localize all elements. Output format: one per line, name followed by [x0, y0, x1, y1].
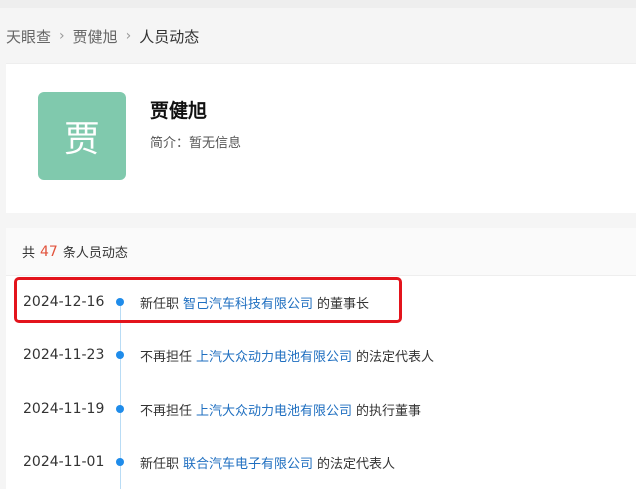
intro-label: 简介： [150, 136, 190, 151]
breadcrumb-current: 人员动态 [139, 27, 200, 46]
feed-text: 新任职 联合汽车电子有限公司 的法定代表人 [140, 453, 395, 472]
timeline-dot-icon [116, 458, 124, 466]
top-divider [0, 0, 636, 8]
feed-count: 47 [40, 243, 58, 260]
breadcrumb: 天眼查 › 贾健旭 › 人员动态 [6, 25, 199, 47]
feed-count-suffix: 条人员动态 [62, 246, 128, 261]
profile-card: 贾 贾健旭 简介：暂无信息 [6, 63, 636, 213]
list-item: 2024-11-23 不再担任 上汽大众动力电池有限公司 的法定代表人 [6, 343, 636, 367]
feed-count-prefix: 共 [22, 246, 36, 261]
chevron-right-icon: › [125, 28, 132, 44]
timeline-dot-icon [116, 351, 124, 359]
intro: 简介：暂无信息 [150, 132, 241, 151]
feed-text: 不再担任 上汽大众动力电池有限公司 的执行董事 [140, 400, 421, 419]
list-item: 2024-11-19 不再担任 上汽大众动力电池有限公司 的执行董事 [6, 397, 636, 421]
feed-action: 新任职 [140, 456, 180, 472]
feed-action: 不再担任 [140, 403, 193, 419]
breadcrumb-home-link[interactable]: 天眼查 [6, 26, 51, 47]
feed-date: 2024-11-23 [23, 347, 105, 363]
company-link[interactable]: 上汽大众动力电池有限公司 [196, 404, 352, 419]
chevron-right-icon: › [59, 28, 65, 44]
feed-date: 2024-11-19 [23, 401, 105, 417]
feed-header: 共 47 条人员动态 [6, 228, 636, 276]
timeline-dot-icon [116, 405, 124, 413]
list-item: 2024-11-01 新任职 联合汽车电子有限公司 的法定代表人 [6, 450, 636, 474]
highlight-annotation-box [14, 277, 402, 323]
feed-card: 共 47 条人员动态 2024-12-16 新任职 智己汽车科技有限公司 的董事长 … [6, 228, 636, 489]
feed-date: 2024-11-01 [23, 454, 105, 470]
feed-action: 不再担任 [140, 349, 193, 365]
company-link[interactable]: 联合汽车电子有限公司 [183, 457, 313, 472]
feed-role: 的法定代表人 [356, 349, 435, 365]
intro-value: 暂无信息 [189, 136, 242, 151]
feed-role: 的法定代表人 [317, 456, 396, 472]
feed-role: 的执行董事 [356, 403, 422, 419]
feed-text: 不再担任 上汽大众动力电池有限公司 的法定代表人 [140, 346, 434, 365]
person-name: 贾健旭 [150, 100, 208, 122]
avatar: 贾 [38, 92, 126, 180]
company-link[interactable]: 上汽大众动力电池有限公司 [196, 350, 352, 365]
breadcrumb-person-link[interactable]: 贾健旭 [73, 26, 118, 47]
